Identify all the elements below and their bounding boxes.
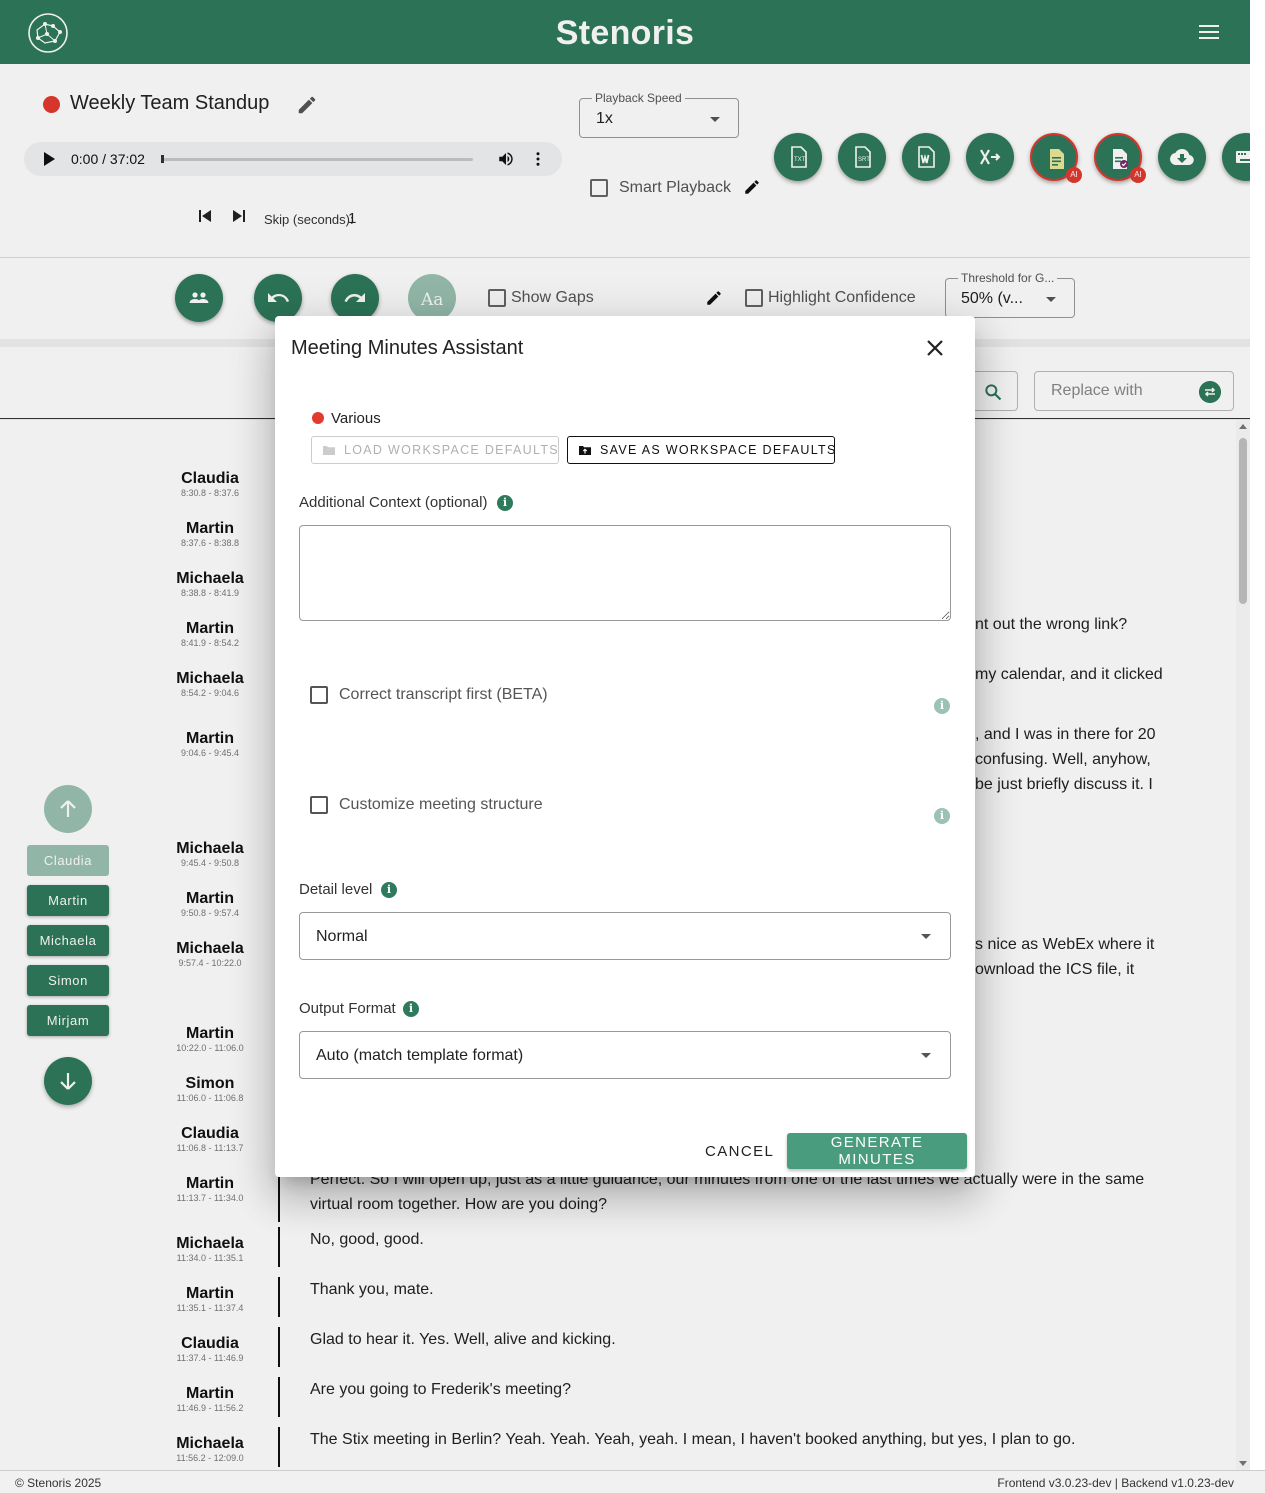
- info-icon[interactable]: i: [403, 1001, 419, 1017]
- customize-structure-label: Customize meeting structure: [339, 796, 543, 813]
- footer: © Stenoris 2025 Frontend v3.0.23-dev | B…: [0, 1470, 1265, 1493]
- additional-context-label: Additional Context (optional): [299, 494, 488, 511]
- save-workspace-defaults-button[interactable]: SAVE AS WORKSPACE DEFAULTS: [567, 436, 835, 464]
- workspace-name: Various: [331, 410, 381, 427]
- cancel-button[interactable]: CANCEL: [699, 1133, 777, 1169]
- dialog-title: Meeting Minutes Assistant: [291, 337, 524, 359]
- close-icon[interactable]: [923, 336, 947, 360]
- meeting-minutes-dialog: Meeting Minutes Assistant Various LOAD W…: [275, 316, 975, 1177]
- copyright: © Stenoris 2025: [15, 1476, 102, 1490]
- detail-level-value: Normal: [316, 928, 368, 945]
- correct-transcript-checkbox[interactable]: [310, 686, 328, 704]
- detail-level-label: Detail level: [299, 881, 373, 898]
- additional-context-input[interactable]: [299, 525, 951, 621]
- info-icon[interactable]: i: [934, 698, 950, 714]
- folder-icon: [323, 446, 335, 455]
- info-icon[interactable]: i: [497, 495, 513, 511]
- version-info: Frontend v3.0.23-dev | Backend v1.0.23-d…: [997, 1476, 1234, 1490]
- dropdown-arrow-icon: [921, 1053, 931, 1058]
- load-workspace-defaults-button[interactable]: LOAD WORKSPACE DEFAULTS: [311, 436, 559, 464]
- right-gutter: [1250, 0, 1265, 1470]
- detail-level-select[interactable]: Normal: [299, 912, 951, 960]
- customize-structure-checkbox[interactable]: [310, 796, 328, 814]
- save-workspace-defaults-label: SAVE AS WORKSPACE DEFAULTS: [600, 443, 837, 457]
- output-format-label: Output Format: [299, 1000, 396, 1017]
- output-format-value: Auto (match template format): [316, 1047, 524, 1064]
- load-workspace-defaults-label: LOAD WORKSPACE DEFAULTS: [344, 443, 559, 457]
- generate-minutes-button[interactable]: GENERATE MINUTES: [787, 1133, 967, 1169]
- dropdown-arrow-icon: [921, 934, 931, 939]
- output-format-select[interactable]: Auto (match template format): [299, 1031, 951, 1079]
- folder-upload-icon: [579, 446, 591, 455]
- correct-transcript-label: Correct transcript first (BETA): [339, 686, 548, 703]
- info-icon[interactable]: i: [381, 882, 397, 898]
- workspace-status-dot: [312, 412, 324, 424]
- info-icon[interactable]: i: [934, 808, 950, 824]
